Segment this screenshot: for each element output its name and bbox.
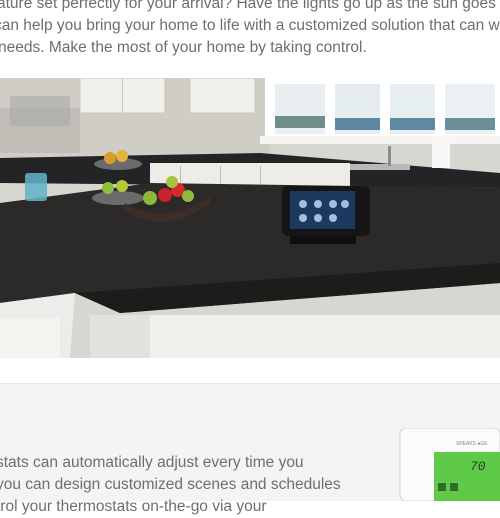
description-line-1: stats can automatically adjust every tim… [0,454,304,471]
intro-text: ature set perfectly for your arrival? Ha… [0,0,500,59]
thermostat-section: stats can automatically adjust every tim… [0,383,500,515]
description-line-3: trol your thermostats on-the-go via your [0,498,267,515]
kitchen-illustration [0,78,500,358]
intro-line-2: can help you bring your home to life wit… [0,17,500,34]
thermostat-temperature: 70 [470,459,486,474]
thermostat-device: SPEAKS ●GE 70 [398,427,500,502]
description-line-2: you can design customized scenes and sch… [0,476,341,493]
thermostat-brand: SPEAKS ●GE [456,441,488,447]
thermostat-description: stats can automatically adjust every tim… [0,452,341,518]
thermostat-illustration: SPEAKS ●GE 70 [399,427,500,502]
kitchen-hero-image [0,78,500,358]
intro-line-1: ature set perfectly for your arrival? Ha… [0,0,500,12]
intro-line-3: needs. Make the most of your home by tak… [0,39,367,56]
